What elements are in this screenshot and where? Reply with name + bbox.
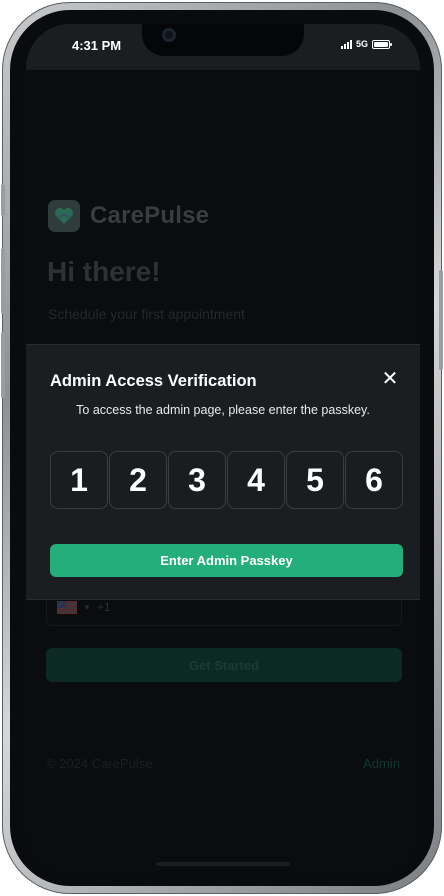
status-bar: 4:31 PM 5G	[26, 24, 420, 70]
brand-logo: CarePulse	[48, 200, 209, 232]
admin-link[interactable]: Admin	[363, 756, 400, 771]
passkey-digit-6[interactable]: 6	[345, 451, 403, 509]
heart-logo-icon	[48, 200, 80, 232]
passkey-digit-3[interactable]: 3	[168, 451, 226, 509]
battery-icon	[372, 39, 392, 49]
mute-switch	[1, 184, 5, 216]
signal-icon	[340, 39, 352, 49]
close-icon[interactable]: ✕	[378, 367, 402, 391]
country-code: +1	[96, 600, 111, 614]
us-flag-icon	[57, 600, 77, 614]
screen: 4:31 PM 5G CarePulse Hi there! Schedule …	[26, 24, 420, 874]
page-title: Hi there!	[47, 256, 161, 287]
modal-title: Admin Access Verification	[50, 372, 257, 390]
chevron-down-icon: ▼	[83, 602, 91, 612]
brand-name: CarePulse	[90, 202, 210, 229]
status-time: 4:31 PM	[72, 38, 122, 53]
volume-up-button	[1, 248, 5, 314]
network-label: 5G	[355, 39, 368, 49]
front-camera-icon	[162, 28, 176, 42]
passkey-digit-5[interactable]: 5	[286, 451, 344, 509]
passkey-input-group: 1 2 3 4 5 6	[50, 451, 403, 509]
modal-description: To access the admin page, please enter t…	[76, 403, 370, 417]
footer-copyright: © 2024 CarePulse	[46, 756, 153, 771]
home-indicator[interactable]	[156, 862, 290, 866]
status-indicators: 5G	[340, 39, 392, 49]
passkey-digit-4[interactable]: 4	[227, 451, 285, 509]
enter-admin-passkey-button[interactable]: Enter Admin Passkey	[50, 544, 403, 577]
power-button	[439, 270, 443, 370]
passkey-digit-2[interactable]: 2	[109, 451, 167, 509]
admin-passkey-modal: Admin Access Verification ✕ To access th…	[26, 344, 420, 600]
get-started-button[interactable]: Get Started	[46, 648, 402, 682]
dynamic-notch	[142, 24, 304, 56]
passkey-digit-1[interactable]: 1	[50, 451, 108, 509]
volume-down-button	[1, 332, 5, 398]
page-subtitle: Schedule your first appointment	[48, 306, 245, 322]
